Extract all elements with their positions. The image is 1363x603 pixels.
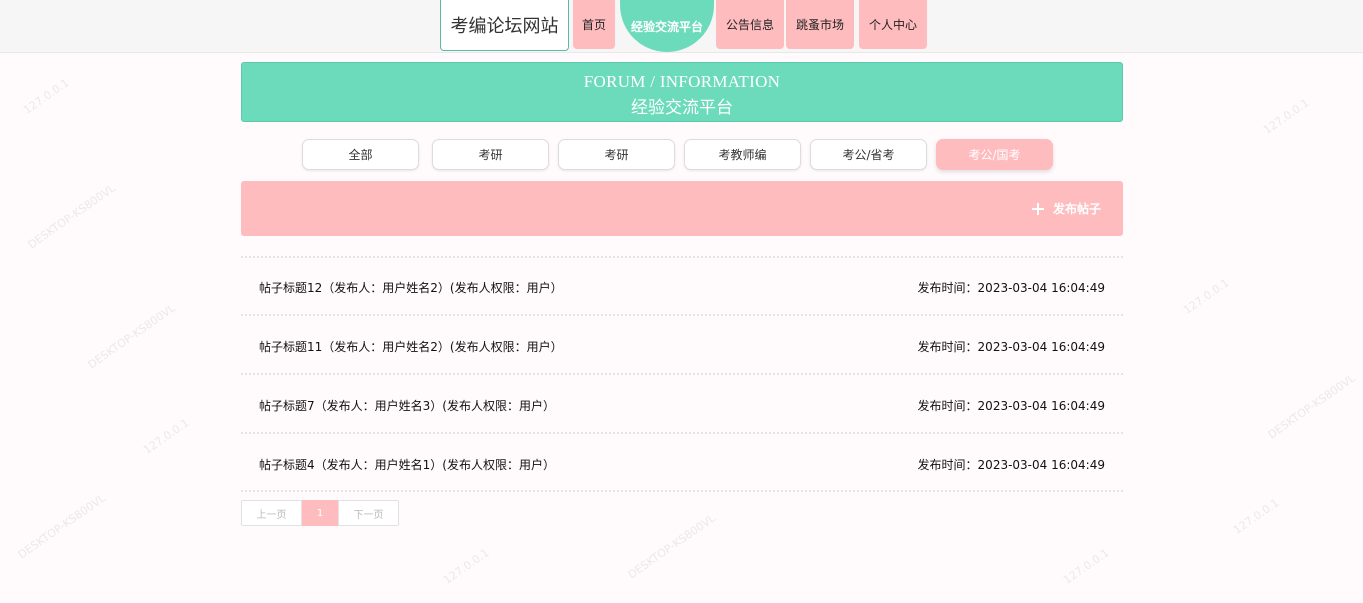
post-time: 发布时间：2023-03-04 16:04:49: [917, 340, 1105, 354]
post-row[interactable]: 帖子标题11（发布人：用户姓名2）(发布人权限：用户） 发布时间：2023-03…: [241, 317, 1123, 374]
nav-item-announcements[interactable]: 公告信息: [716, 0, 784, 49]
watermark-host: 127.0.0.1: [1261, 96, 1312, 137]
watermark-machine: DESKTOP-KS800VL: [625, 511, 718, 582]
category-tab-kaoyan[interactable]: 考研: [432, 139, 549, 170]
post-title[interactable]: 帖子标题12（发布人：用户姓名2）(发布人权限：用户）: [259, 279, 563, 296]
nav-item-experience-exchange[interactable]: 经验交流平台: [620, 0, 714, 52]
post-time: 发布时间：2023-03-04 16:04:49: [917, 281, 1105, 295]
site-brand[interactable]: 考编论坛网站: [440, 0, 569, 51]
category-tab-all[interactable]: 全部: [302, 139, 419, 170]
plus-icon: [1031, 202, 1044, 215]
category-tab-kaoyan-2[interactable]: 考研: [558, 139, 675, 170]
watermark-machine: DESKTOP-KS800VL: [25, 181, 118, 252]
publish-post-label: 发布帖子: [1052, 202, 1101, 216]
publish-bar: 发布帖子: [241, 181, 1123, 236]
post-row[interactable]: 帖子标题7（发布人：用户姓名3）(发布人权限：用户） 发布时间：2023-03-…: [241, 376, 1123, 433]
post-time: 发布时间：2023-03-04 16:04:49: [917, 458, 1105, 472]
category-tab-national[interactable]: 考公/国考: [936, 139, 1053, 170]
watermark-machine: DESKTOP-KS800VL: [15, 491, 108, 562]
publish-post-button[interactable]: 发布帖子: [1031, 200, 1101, 217]
post-row[interactable]: 帖子标题4（发布人：用户姓名1）(发布人权限：用户） 发布时间：2023-03-…: [241, 435, 1123, 492]
post-title[interactable]: 帖子标题4（发布人：用户姓名1）(发布人权限：用户）: [259, 456, 555, 473]
watermark-host: 127.0.0.1: [441, 546, 492, 587]
nav-item-home[interactable]: 首页: [573, 0, 615, 49]
post-row[interactable]: 帖子标题12（发布人：用户姓名2）(发布人权限：用户） 发布时间：2023-03…: [241, 258, 1123, 315]
watermark-machine: DESKTOP-KS800VL: [85, 301, 178, 372]
watermark-machine: DESKTOP-KS800VL: [1265, 371, 1358, 442]
watermark-host: 127.0.0.1: [21, 76, 72, 117]
banner-english-title: FORUM / INFORMATION: [583, 72, 781, 91]
next-page-button[interactable]: 下一页: [338, 500, 399, 526]
category-tab-teacher[interactable]: 考教师编: [684, 139, 801, 170]
nav-item-flea-market[interactable]: 跳蚤市场: [786, 0, 854, 49]
watermark-host: 127.0.0.1: [141, 416, 192, 457]
watermark-host: 127.0.0.1: [1181, 276, 1232, 317]
nav-item-personal-center[interactable]: 个人中心: [859, 0, 927, 49]
list-divider: [241, 490, 1123, 492]
page-number-current[interactable]: 1: [302, 500, 338, 526]
category-tab-provincial[interactable]: 考公/省考: [810, 139, 927, 170]
list-divider: [241, 314, 1123, 316]
post-time: 发布时间：2023-03-04 16:04:49: [917, 399, 1105, 413]
prev-page-button[interactable]: 上一页: [241, 500, 302, 526]
pagination: 上一页 1 下一页: [241, 500, 399, 526]
watermark-host: 127.0.0.1: [1061, 546, 1112, 587]
banner-chinese-title: 经验交流平台: [631, 98, 733, 118]
watermark-host: 127.0.0.1: [1231, 496, 1282, 537]
post-title[interactable]: 帖子标题11（发布人：用户姓名2）(发布人权限：用户）: [259, 338, 563, 355]
top-navbar: 考编论坛网站 首页 经验交流平台 公告信息 跳蚤市场 个人中心: [0, 0, 1363, 53]
post-title[interactable]: 帖子标题7（发布人：用户姓名3）(发布人权限：用户）: [259, 397, 555, 414]
list-divider: [241, 373, 1123, 375]
list-divider: [241, 432, 1123, 434]
section-banner: FORUM / INFORMATION 经验交流平台: [241, 62, 1123, 122]
